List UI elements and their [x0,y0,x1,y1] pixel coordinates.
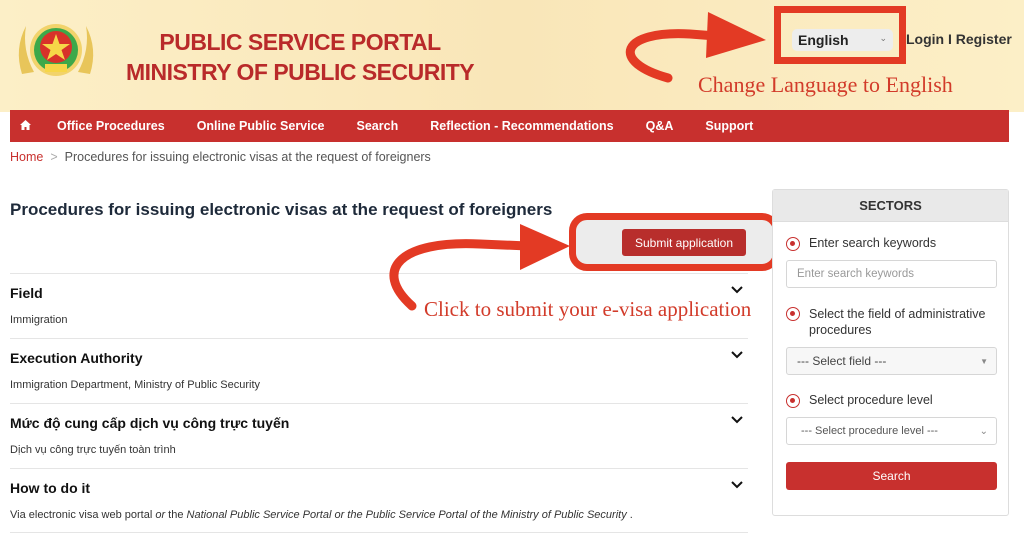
breadcrumb: Home > Procedures for issuing electronic v… [10,150,431,164]
section-title: Mức độ cung cấp dịch vụ công trực tuyến [10,415,290,431]
chevron-down-icon: ⌄ [879,33,887,43]
radio-selected-icon[interactable] [786,307,800,321]
level-select-value: --- Select procedure level --- [801,425,938,437]
language-select-value: English [798,32,849,48]
radio-selected-icon[interactable] [786,394,800,408]
chevron-down-icon[interactable] [730,348,744,362]
body-text: the [165,509,187,521]
caret-down-icon: ▼ [980,356,988,366]
field-select-value: --- Select field --- [797,354,887,368]
site-title-line2: MINISTRY OF PUBLIC SECURITY [126,59,475,85]
breadcrumb-home[interactable]: Home [10,150,43,164]
keyword-radio-row[interactable]: Enter search keywords [786,236,936,251]
auth-links: Login I Register [906,31,1012,47]
search-button[interactable]: Search [786,462,997,490]
nav-qa[interactable]: Q&A [630,119,690,133]
nav-search[interactable]: Search [341,119,415,133]
field-select[interactable]: --- Select field --- ▼ [786,347,997,375]
radio-selected-icon[interactable] [786,237,800,251]
procedure-level-select[interactable]: --- Select procedure level --- ⌄ [786,417,997,445]
home-icon [20,120,31,130]
register-link[interactable]: Register [956,31,1012,47]
submit-application-button[interactable]: Submit application [622,229,746,256]
auth-separator: I [948,31,952,47]
submit-annotation: Click to submit your e-visa application [424,297,752,321]
breadcrumb-separator: > [50,150,58,164]
field-label: Select the field of administrative proce… [809,307,986,337]
nav-home[interactable] [10,119,41,133]
page-title: Procedures for issuing electronic visas … [10,200,553,219]
section-how-to-do-it: How to do it Via electronic visa web por… [10,468,748,533]
section-title: Execution Authority [10,350,143,366]
breadcrumb-current: Procedures for issuing electronic visas … [64,150,431,164]
section-title: How to do it [10,480,91,496]
site-title: PUBLIC SERVICE PORTAL MINISTRY OF PUBLIC… [126,28,475,89]
site-title-line1: PUBLIC SERVICE PORTAL [159,29,441,55]
nav-office-procedures[interactable]: Office Procedures [41,119,181,133]
section-body: Dịch vụ công trực tuyến toàn trình [10,444,176,456]
login-link[interactable]: Login [906,31,944,47]
language-select[interactable]: English ⌄ [792,29,893,51]
chevron-down-icon[interactable] [730,478,744,492]
section-online-service-level: Mức độ cung cấp dịch vụ công trực tuyến … [10,403,748,468]
nav-support[interactable]: Support [689,119,769,133]
sidebar-heading: SECTORS [773,190,1008,222]
nav-online-public-service[interactable]: Online Public Service [181,119,341,133]
body-text-italic: or [155,509,166,521]
level-label: Select procedure level [809,393,933,407]
keyword-label: Enter search keywords [809,236,937,250]
chevron-down-icon: ⌄ [979,425,988,437]
sectors-sidebar: SECTORS Enter search keywords Enter sear… [772,189,1009,516]
language-annotation: Change Language to English [698,72,953,97]
chevron-down-icon[interactable] [730,283,744,297]
nav-reflection-recommendations[interactable]: Reflection - Recommendations [414,119,629,133]
section-body: Via electronic visa web portal or the Na… [10,509,633,521]
section-body: Immigration Department, Ministry of Publ… [10,379,261,391]
section-body: Immigration [10,314,68,326]
section-execution-authority: Execution Authority Immigration Departme… [10,338,748,403]
level-radio-row[interactable]: Select procedure level [786,393,933,408]
keyword-search-input[interactable]: Enter search keywords [786,260,997,288]
section-title: Field [10,285,43,301]
body-text-italic: National Public Service Portal or the Pu… [186,509,627,521]
police-emblem-icon [18,24,94,76]
field-radio-row[interactable]: Select the field of administrative proce… [786,306,1001,338]
body-text: Via electronic visa web portal [10,509,156,521]
body-text: . [626,509,633,521]
chevron-down-icon[interactable] [730,413,744,427]
main-nav: Office Procedures Online Public Service … [10,110,1009,142]
